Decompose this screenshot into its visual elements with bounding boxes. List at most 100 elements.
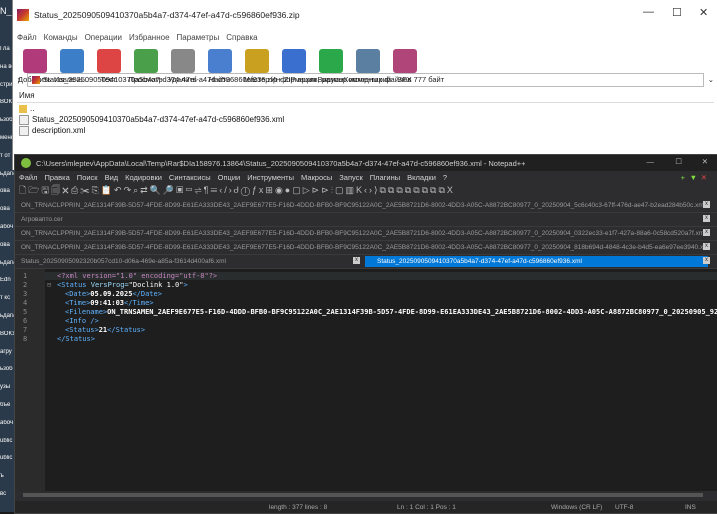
menu-item[interactable]: Вид (105, 173, 119, 182)
desktop-item[interactable]: вс (0, 491, 14, 497)
menu-item[interactable]: Файл (17, 33, 37, 42)
list-item[interactable]: Status_2025090509410370a5b4a7-d374-47ef-… (17, 114, 714, 125)
maximize-icon[interactable]: ☐ (672, 6, 682, 19)
fold-marker-icon[interactable]: ⊟ (47, 281, 51, 289)
minimize-icon[interactable]: — (643, 6, 654, 18)
tab[interactable]: ON_TRNACLPPRIN_2AE1314F39B-5D57-4FDE-8D9… (21, 202, 705, 209)
tab[interactable]: ON_TRNACLPPRIN_2AE1314F39B-5D57-4FDE-8D9… (21, 244, 710, 251)
menu-item[interactable]: Запуск (339, 173, 362, 182)
menu-item[interactable]: Вкладки (407, 173, 436, 182)
winrar-address-bar: ↑ Status_2025090509410370a5b4a7-d374-47e… (17, 72, 714, 87)
tab[interactable]: Агровапто.сег (21, 216, 63, 223)
line-number: 7 (23, 326, 28, 334)
tab-close-icon[interactable]: x (353, 257, 360, 264)
tab-row: Агровапто.сег x (15, 213, 717, 227)
desktop-item[interactable]: ъ (0, 473, 14, 479)
close-icon[interactable]: ✕ (699, 6, 708, 19)
toolbar-icon (96, 49, 121, 73)
scroll-thumb[interactable] (23, 493, 703, 497)
column-header-name[interactable]: Имя (17, 90, 714, 103)
menu-item[interactable]: Плагины (370, 173, 400, 182)
menu-item[interactable]: Команды (44, 33, 78, 42)
line-number: 3 (23, 290, 28, 298)
tab-close-icon[interactable]: x (703, 243, 710, 250)
menu-item[interactable]: Поиск (77, 173, 98, 182)
toolbar-icon (281, 49, 306, 73)
tab-close-icon[interactable]: x (703, 229, 710, 236)
desktop-item[interactable]: ьдаги (0, 313, 14, 319)
menu-item[interactable]: Параметры (177, 33, 220, 42)
menu-item[interactable]: Макросы (301, 173, 332, 182)
desktop-item[interactable]: ublic (0, 438, 14, 444)
desktop-item[interactable]: Edn (0, 277, 14, 283)
desktop-item[interactable]: т кс (0, 295, 14, 301)
address-field[interactable]: Status_2025090509410370a5b4a7-d374-47ef-… (26, 72, 704, 87)
menu-item[interactable]: Инструменты (247, 173, 294, 182)
close-doc-icon[interactable]: ✕ (701, 173, 707, 182)
winrar-menubar: Файл Команды Операции Избранное Параметры Спр… (13, 30, 717, 44)
minimize-icon[interactable]: — (647, 157, 655, 166)
menu-item[interactable]: ? (443, 173, 447, 182)
menu-item[interactable]: Файл (19, 173, 37, 182)
desktop-item[interactable]: абоч (0, 224, 14, 230)
toolbar-icon (392, 49, 417, 73)
toolbar-icon (207, 49, 232, 73)
menu-item[interactable]: Операции (85, 33, 122, 42)
desktop-item[interactable]: бъе (0, 402, 14, 408)
winrar-title: Status_2025090509410370a5b4a7-d374-47ef-… (34, 10, 300, 20)
desktop-item[interactable]: агру (0, 349, 14, 355)
address-text: Status_2025090509410370a5b4a7-d374-47ef-… (42, 75, 445, 84)
up-arrow-icon[interactable]: ↑ (17, 75, 21, 84)
winrar-file-list: Имя .. Status_2025090509410370a5b4a7-d37… (17, 90, 714, 136)
desktop-item[interactable]: ВОКУ (0, 331, 14, 337)
plus-icon[interactable]: + (681, 173, 685, 182)
desktop-item[interactable]: ьзоб (0, 366, 14, 372)
maximize-icon[interactable]: ☐ (675, 157, 682, 166)
desktop-item[interactable]: ова (0, 242, 14, 248)
list-item[interactable]: .. (17, 103, 714, 114)
menu-item[interactable]: Синтаксисы (169, 173, 211, 182)
xml-file-icon (19, 114, 29, 125)
code-line: <Status>21</Status> (65, 326, 146, 334)
toolbar-icons[interactable]: 🗋🗁🖫🗐🗙⎙✂⎘📋↶↷⌕⇄🔍🔎▣▭⇌¶☰‹/›Ꮷⓛƒx⊞◉●▢▷⊳⊳⫶▢▥K‹›… (19, 183, 455, 199)
menu-item[interactable]: Опции (218, 173, 241, 182)
desktop-item[interactable]: ьдаги (0, 171, 14, 177)
desktop-item[interactable]: ова (0, 206, 14, 212)
menu-item[interactable]: Правка (44, 173, 69, 182)
desktop-item[interactable]: ьдаги (0, 260, 14, 266)
winrar-window: Status_2025090509410370a5b4a7-d374-47ef-… (12, 0, 717, 170)
menu-item[interactable]: Кодировки (125, 173, 162, 182)
tab[interactable]: Status_20250905092320b057cd10-d06a-469e-… (21, 258, 226, 265)
status-encoding[interactable]: UTF-8 (615, 504, 633, 511)
code-line: </Status> (57, 335, 95, 343)
tab-close-icon[interactable]: x (703, 215, 710, 222)
chevron-down-icon[interactable]: ⌄ (708, 75, 714, 84)
line-number: 6 (23, 317, 28, 325)
tab-row: ON_TRNACLPPRIN_2AE1314F39B-5D57-4FDE-8D9… (15, 199, 717, 213)
close-icon[interactable]: ✕ (702, 157, 708, 166)
code-line: <Date>05.09.2025</Date> (65, 290, 162, 298)
tab[interactable]: ON_TRNACLPPRIN_2AE1314F39B-5D57-4FDE-8D9… (21, 230, 706, 237)
line-number: 2 (23, 281, 28, 289)
status-position: Ln : 1 Col : 1 Pos : 1 (397, 503, 456, 511)
desktop-item[interactable]: ublic (0, 455, 14, 461)
desktop-item[interactable]: абоч (0, 420, 14, 426)
dropdown-icon[interactable]: ▼ (690, 173, 697, 182)
tab-close-icon[interactable]: x (703, 201, 710, 208)
menu-item[interactable]: Избранное (129, 33, 170, 42)
tab-active[interactable]: Status_2025090509410370a5b4a7-d374-47ef-… (365, 256, 708, 267)
file-name: .. (30, 104, 35, 113)
code-line: <Filename>ON_TRNSAMEN_2AEF9E677E5-F16D-4… (65, 308, 717, 316)
desktop-item[interactable]: ова (0, 188, 14, 194)
menu-item[interactable]: Справка (226, 33, 257, 42)
desktop-item[interactable]: узы (0, 384, 14, 390)
list-item[interactable]: description.xml (17, 125, 714, 136)
toolbar-icon (355, 49, 380, 73)
horizontal-scrollbar[interactable] (15, 491, 717, 499)
tab-row: ON_TRNACLPPRIN_2AE1314F39B-5D57-4FDE-8D9… (15, 227, 717, 241)
code-editor[interactable]: 1 2 3 4 5 6 7 8 ⊟ <?xml version="1.0" en… (15, 269, 717, 491)
code-line: <Status VersProg="Doclink 1.0"> (57, 281, 188, 289)
status-eol[interactable]: Windows (CR LF) (551, 504, 602, 511)
toolbar-icon (59, 49, 84, 73)
tab-close-icon[interactable]: x (703, 257, 710, 264)
